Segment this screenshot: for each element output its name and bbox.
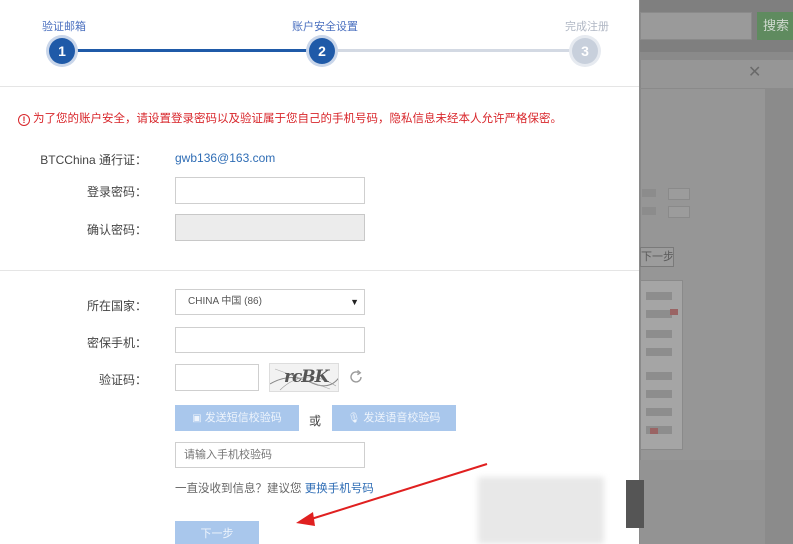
step-2-label: 账户安全设置 bbox=[292, 21, 358, 33]
info-warning-icon: ! bbox=[18, 114, 30, 126]
account-setup-dialog: 验证邮箱 账户安全设置 完成注册 1 2 3 ! 为了您的账户安全，请设置登录密码… bbox=[0, 0, 639, 544]
redacted-area bbox=[626, 480, 644, 528]
send-voice-code-label: 发送语音校验码 bbox=[363, 412, 441, 424]
background-right-strip bbox=[765, 88, 793, 544]
background-list-line bbox=[646, 310, 672, 318]
send-sms-code-button[interactable]: ▣ 发送短信校验码 bbox=[175, 405, 299, 431]
next-step-button[interactable]: 下一步 bbox=[175, 521, 259, 544]
or-separator: 或 bbox=[309, 414, 322, 428]
sms-code-input[interactable] bbox=[175, 442, 365, 468]
account-email: gwb136@163.com bbox=[175, 151, 276, 165]
captcha-text: rcBK bbox=[284, 367, 329, 387]
change-phone-link[interactable]: 更换手机号码 bbox=[305, 483, 374, 495]
captcha-label: 验证码： bbox=[98, 373, 147, 387]
background-divider bbox=[640, 88, 765, 89]
redacted-area bbox=[478, 477, 604, 544]
background-list-line bbox=[646, 330, 672, 338]
background-close-icon: ✕ bbox=[748, 64, 762, 81]
step-3-circle: 3 bbox=[572, 38, 598, 64]
passport-label: BTCChina 通行证： bbox=[40, 153, 147, 167]
background-list-line bbox=[646, 408, 672, 416]
captcha-input[interactable] bbox=[175, 364, 259, 391]
background-field bbox=[668, 188, 690, 200]
background-red-mark bbox=[650, 428, 658, 434]
country-label: 所在国家： bbox=[86, 299, 147, 313]
divider bbox=[0, 270, 639, 271]
background-list-line bbox=[646, 292, 672, 300]
background-field-label bbox=[642, 207, 656, 215]
background-search-input bbox=[640, 12, 752, 40]
background-list-box bbox=[640, 280, 683, 450]
help-text: 一直没收到信息？建议您 更换手机号码 bbox=[175, 480, 374, 496]
background-field bbox=[668, 206, 690, 218]
step-progress-line-pending bbox=[322, 49, 585, 52]
background-list-line bbox=[646, 348, 672, 356]
login-password-input[interactable] bbox=[175, 177, 365, 204]
step-1-circle: 1 bbox=[49, 38, 75, 64]
refresh-icon[interactable] bbox=[347, 368, 365, 386]
send-sms-code-label: 发送短信校验码 bbox=[204, 412, 282, 424]
security-notice-text: 为了您的账户安全，请设置登录密码以及验证属于您自己的手机号码，隐私信息未经本人允… bbox=[33, 113, 562, 125]
message-icon: ▣ bbox=[192, 413, 202, 424]
background-search-button: 搜索 bbox=[757, 12, 793, 40]
phone-label: 密保手机： bbox=[86, 336, 147, 350]
step-progress-line-done bbox=[62, 49, 322, 52]
confirm-password-label: 确认密码： bbox=[86, 223, 147, 237]
country-select[interactable]: CHINA 中国 (86) ▼ bbox=[175, 289, 365, 315]
background-bottom-strip bbox=[640, 460, 765, 544]
captcha-image[interactable]: rcBK bbox=[269, 363, 339, 392]
background-list-line bbox=[646, 372, 672, 380]
background-next-button: 下一步 bbox=[640, 247, 674, 267]
microphone-icon: 🎙 bbox=[347, 413, 361, 424]
step-3-label: 完成注册 bbox=[565, 21, 609, 33]
help-text-prefix: 一直没收到信息？建议您 bbox=[175, 483, 305, 495]
background-red-mark bbox=[670, 309, 678, 315]
divider bbox=[0, 86, 639, 87]
security-notice: ! 为了您的账户安全，请设置登录密码以及验证属于您自己的手机号码，隐私信息未经本人… bbox=[18, 110, 562, 126]
confirm-password-input[interactable] bbox=[175, 214, 365, 241]
background-field-label bbox=[642, 189, 656, 197]
login-password-label: 登录密码： bbox=[86, 185, 147, 199]
phone-input[interactable] bbox=[175, 327, 365, 353]
background-list-line bbox=[646, 390, 672, 398]
send-voice-code-button[interactable]: 🎙 发送语音校验码 bbox=[332, 405, 456, 431]
country-select-value: CHINA 中国 (86) bbox=[188, 296, 262, 307]
dropdown-arrow-icon: ▼ bbox=[350, 297, 359, 307]
step-1-label: 验证邮箱 bbox=[42, 21, 86, 33]
step-2-circle: 2 bbox=[309, 38, 335, 64]
